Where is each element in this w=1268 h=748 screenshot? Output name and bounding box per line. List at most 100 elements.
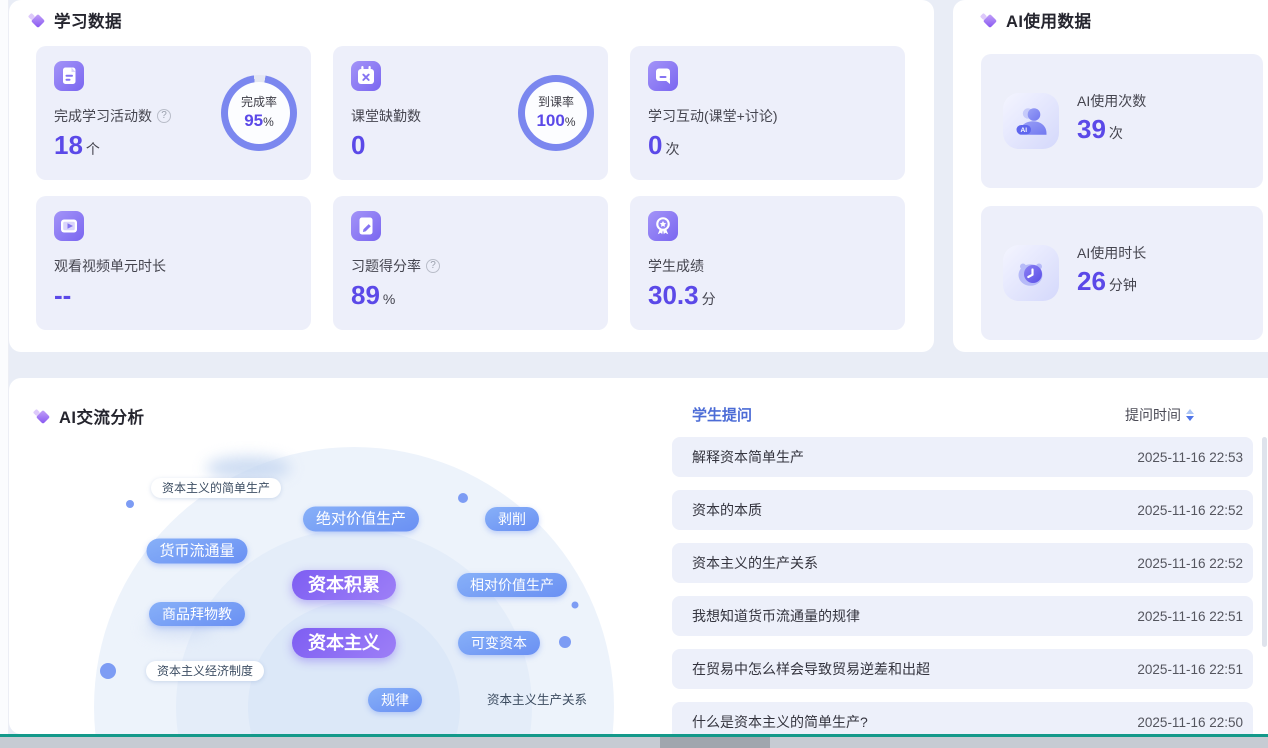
decorative-dot xyxy=(458,493,468,503)
questions-column-title: 学生提问 xyxy=(692,404,752,425)
ai-usage-panel: AI使用数据 AI AI使用次数 39次 AI使用时长 26分钟 xyxy=(953,0,1268,352)
stat-label: 完成学习活动数? xyxy=(54,106,171,126)
question-row[interactable]: 在贸易中怎么样会导致贸易逆差和出超 2025-11-16 22:51 xyxy=(672,649,1253,689)
horizontal-scrollbar[interactable] xyxy=(0,737,1268,748)
ai-analysis-panel: AI交流分析 资本主义的简单生产绝对价值生产 剥削货币流通量资本积累 相对价值生产商… xyxy=(9,378,1268,734)
question-text: 在贸易中怎么样会导致贸易逆差和出超 xyxy=(692,659,930,679)
section-diamond-icon xyxy=(29,12,45,28)
section-title: AI使用数据 xyxy=(1006,8,1092,32)
stat-label: 课堂缺勤数 xyxy=(351,106,421,126)
student-questions-list: 学生提问 提问时间 解释资本简单生产 2025-11-16 22:53 资本的本质 2… xyxy=(672,378,1268,734)
stat-card-exercise: 习题得分率? 89% xyxy=(333,196,608,330)
keyword-pill[interactable]: 资本主义 xyxy=(292,628,396,658)
stat-label: 学生成绩 xyxy=(648,256,704,276)
question-row[interactable]: 什么是资本主义的简单生产? 2025-11-16 22:50 xyxy=(672,702,1253,734)
stat-card-calendar-x: 课堂缺勤数 0 到课率100% xyxy=(333,46,608,180)
ai-card-info: AI使用次数 39次 xyxy=(1077,91,1146,145)
stat-value: -- xyxy=(54,280,74,311)
chat-icon xyxy=(648,61,678,91)
ai-user-icon: AI xyxy=(1003,93,1059,149)
keyword-pill: 资本主义生产关系 xyxy=(487,694,587,707)
medal-icon xyxy=(648,211,678,241)
svg-text:AI: AI xyxy=(1021,127,1028,134)
questions-header-row: 学生提问 提问时间 xyxy=(692,404,1262,425)
learning-cards-grid: 完成学习活动数? 18个 完成率95% 课堂缺勤数 0 到课率100% 学习互动(课堂+讨论… xyxy=(36,46,905,330)
stat-label: 观看视频单元时长 xyxy=(54,256,166,276)
decorative-dot xyxy=(559,636,571,648)
stat-card-medal: 学生成绩 30.3分 xyxy=(630,196,905,330)
keyword-pill[interactable]: 商品拜物教 xyxy=(149,602,245,626)
help-icon[interactable]: ? xyxy=(426,259,440,273)
keyword-pill[interactable]: 剥削 xyxy=(485,507,539,531)
ai-card-info: AI使用时长 26分钟 xyxy=(1077,243,1146,297)
section-diamond-icon xyxy=(34,408,50,424)
keyword-cloud: 资本主义的简单生产绝对价值生产 剥削货币流通量资本积累 相对价值生产商品拜物教资本主… xyxy=(9,378,669,734)
question-rows: 解释资本简单生产 2025-11-16 22:53 资本的本质 2025-11-16 … xyxy=(672,437,1253,734)
ai-usage-section-header: AI使用数据 xyxy=(981,8,1092,32)
keyword-pill[interactable]: 规律 xyxy=(368,688,422,712)
stat-value: 0 xyxy=(351,130,368,161)
sort-arrows-icon xyxy=(1186,409,1194,421)
keyword-pill[interactable]: 绝对价值生产 xyxy=(303,507,419,532)
ai-card-value: 26分钟 xyxy=(1077,266,1146,297)
exercise-icon xyxy=(351,211,381,241)
question-row[interactable]: 资本主义的生产关系 2025-11-16 22:52 xyxy=(672,543,1253,583)
question-time: 2025-11-16 22:52 xyxy=(1137,556,1243,571)
stat-value: 18个 xyxy=(54,130,100,161)
help-icon[interactable]: ? xyxy=(157,109,171,123)
learning-data-panel: 学习数据 完成学习活动数? 18个 完成率95% 课堂缺勤数 0 到课率100% 学习互动(… xyxy=(9,0,934,352)
question-time: 2025-11-16 22:50 xyxy=(1137,715,1243,730)
ai-cards-list: AI AI使用次数 39次 AI使用时长 26分钟 xyxy=(981,54,1263,358)
keyword-pill[interactable]: 资本积累 xyxy=(292,570,396,600)
section-diamond-icon xyxy=(981,12,997,28)
stat-value: 89% xyxy=(351,280,395,311)
decorative-dot xyxy=(126,500,134,508)
time-column-title: 提问时间 xyxy=(1125,405,1181,425)
ai-card-value: 39次 xyxy=(1077,114,1146,145)
progress-ring: 完成率95% xyxy=(221,75,297,151)
question-text: 解释资本简单生产 xyxy=(692,447,804,467)
document-icon xyxy=(54,61,84,91)
horizontal-scrollbar-thumb[interactable] xyxy=(660,737,770,748)
question-row[interactable]: 我想知道货币流通量的规律 2025-11-16 22:51 xyxy=(672,596,1253,636)
question-text: 资本主义的生产关系 xyxy=(692,553,818,573)
stat-card-video: 观看视频单元时长 -- xyxy=(36,196,311,330)
question-text: 资本的本质 xyxy=(692,500,762,520)
ai-clock-icon xyxy=(1003,245,1059,301)
progress-ring: 到课率100% xyxy=(518,75,594,151)
question-time: 2025-11-16 22:51 xyxy=(1137,609,1243,624)
questions-scrollbar-thumb[interactable] xyxy=(1262,437,1267,647)
stat-card-chat: 学习互动(课堂+讨论)0次 xyxy=(630,46,905,180)
keyword-pill[interactable]: 货币流通量 xyxy=(146,539,247,564)
keyword-pill[interactable]: 可变资本 xyxy=(458,631,540,655)
question-time: 2025-11-16 22:51 xyxy=(1137,662,1243,677)
ai-card-label: AI使用时长 xyxy=(1077,243,1146,263)
question-row[interactable]: 解释资本简单生产 2025-11-16 22:53 xyxy=(672,437,1253,477)
decorative-dot xyxy=(572,602,579,609)
stat-card-document: 完成学习活动数? 18个 完成率95% xyxy=(36,46,311,180)
ai-card-label: AI使用次数 xyxy=(1077,91,1146,111)
question-time: 2025-11-16 22:52 xyxy=(1137,503,1243,518)
question-row[interactable]: 资本的本质 2025-11-16 22:52 xyxy=(672,490,1253,530)
stat-value: 30.3分 xyxy=(648,280,716,311)
keyword-pill[interactable]: 相对价值生产 xyxy=(457,573,567,597)
calendar-x-icon xyxy=(351,61,381,91)
ai-card-ai-user: AI AI使用次数 39次 xyxy=(981,54,1263,188)
keyword-pill[interactable]: 资本主义经济制度 xyxy=(146,661,264,681)
section-title: 学习数据 xyxy=(54,8,122,32)
ring-text: 到课率100% xyxy=(518,75,594,151)
time-sort-control[interactable]: 提问时间 xyxy=(1125,405,1194,425)
stat-label: 学习互动(课堂+讨论) xyxy=(648,106,778,126)
question-text: 什么是资本主义的简单生产? xyxy=(692,712,868,732)
learning-section-header: 学习数据 xyxy=(29,8,122,32)
section-title: AI交流分析 xyxy=(59,404,145,428)
ring-text: 完成率95% xyxy=(221,75,297,151)
question-time: 2025-11-16 22:53 xyxy=(1137,450,1243,465)
decorative-dot xyxy=(100,663,116,679)
ai-analysis-section-header: AI交流分析 xyxy=(34,404,145,428)
question-text: 我想知道货币流通量的规律 xyxy=(692,606,860,626)
keyword-pill[interactable]: 资本主义的简单生产 xyxy=(151,478,281,498)
decorative-blob xyxy=(206,456,291,480)
video-icon xyxy=(54,211,84,241)
stat-label: 习题得分率? xyxy=(351,256,440,276)
